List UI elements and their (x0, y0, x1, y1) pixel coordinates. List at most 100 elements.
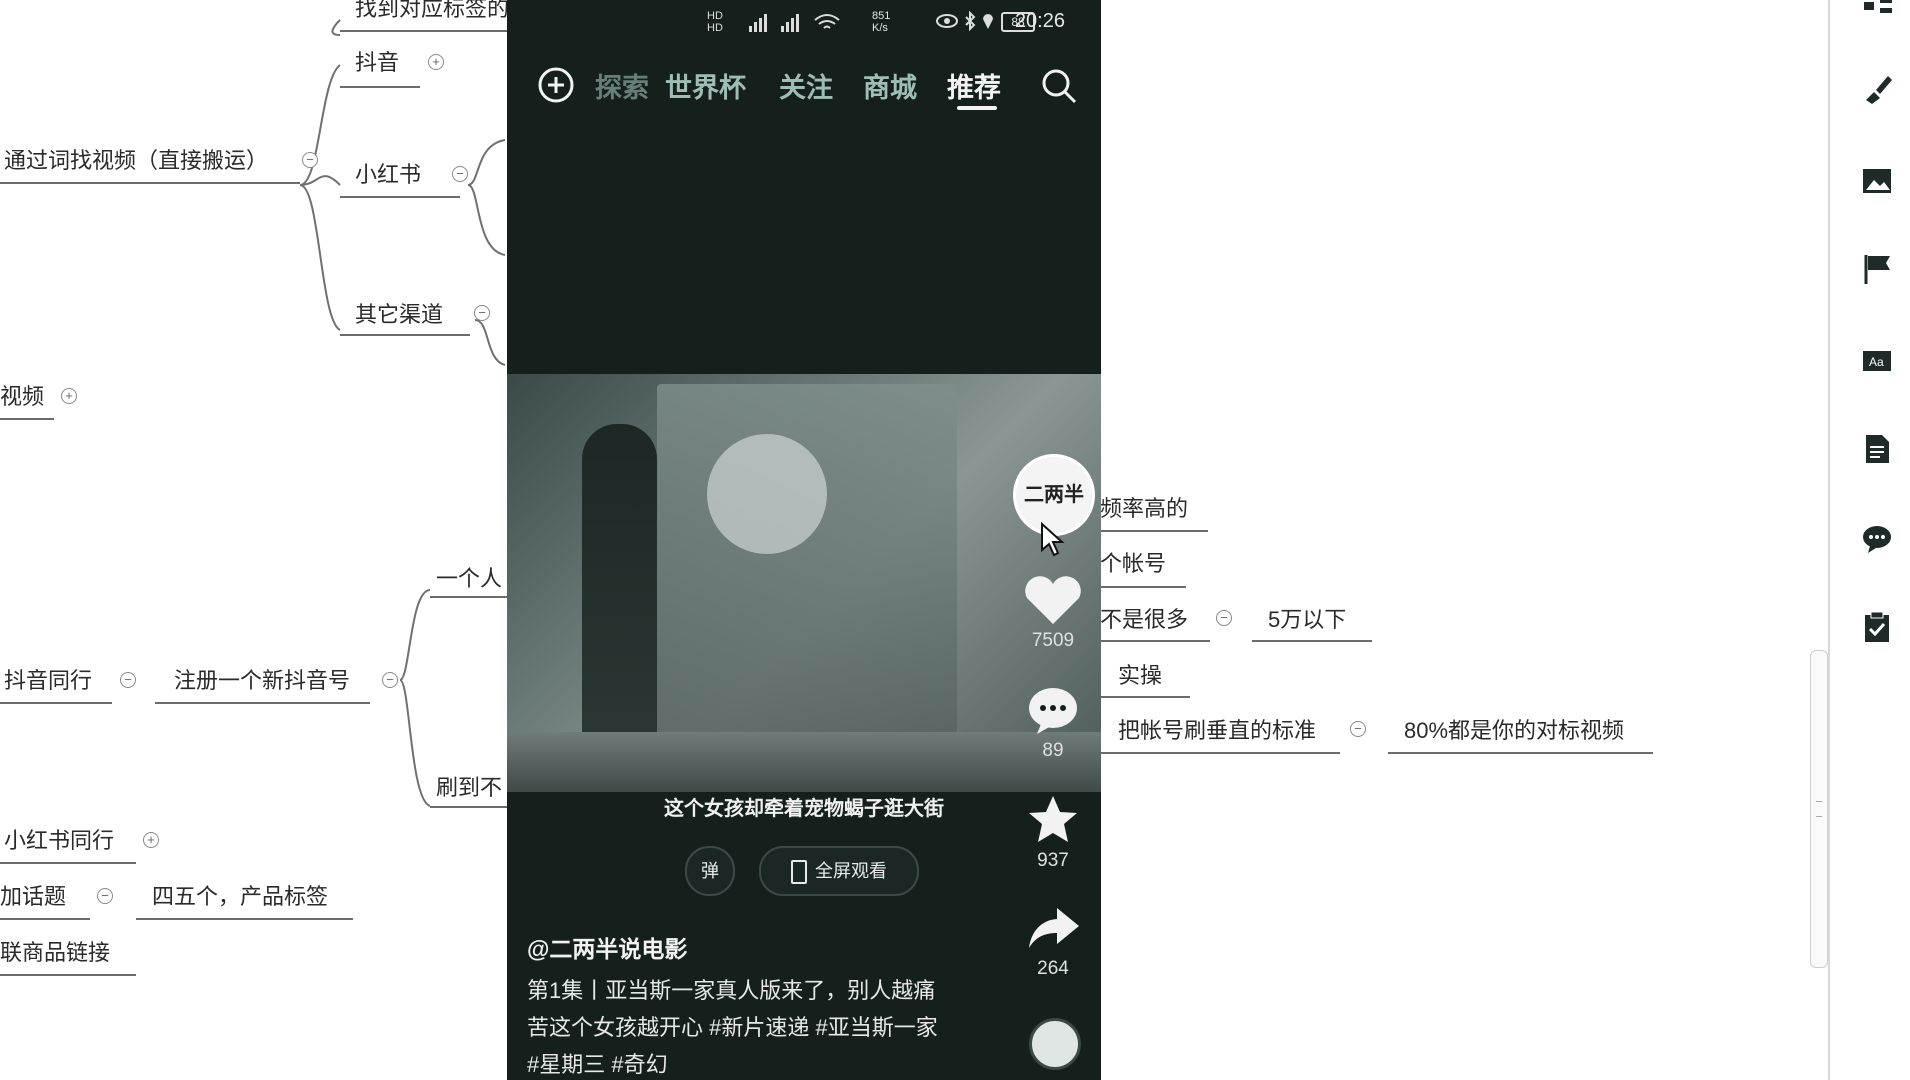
fullscreen-button[interactable]: 全屏观看 (759, 846, 919, 896)
video-scene-person (582, 424, 657, 744)
mindmap-node-one-person-partial[interactable]: 一个人 (436, 566, 502, 592)
right-toolbar: Aa (1828, 0, 1910, 1080)
text-style-icon[interactable]: Aa (1860, 344, 1894, 378)
author-name[interactable]: @二两半说电影 (527, 930, 687, 964)
node-underline (340, 30, 507, 32)
svg-text:Aa: Aa (1869, 355, 1884, 369)
collapse-toggle-icon[interactable]: − (302, 152, 318, 168)
mindmap-node-xiaohongshu[interactable]: 小红书 (355, 162, 421, 188)
tab-world-cup[interactable]: 世界杯 (665, 66, 746, 105)
mouse-cursor-icon (1041, 522, 1065, 557)
node-underline (430, 596, 507, 598)
expand-toggle-icon[interactable]: + (61, 388, 77, 404)
scrollbar-grip[interactable] (1816, 801, 1822, 817)
collapse-toggle-icon[interactable]: − (474, 305, 490, 321)
node-underline (340, 86, 420, 88)
flag-icon[interactable] (1860, 252, 1894, 286)
mindmap-node-other-channels[interactable]: 其它渠道 (355, 302, 443, 328)
status-bar: HD HD 851 K/s 88 20:26 (707, 8, 1091, 38)
node-underline (0, 418, 54, 420)
comment-count: 89 (1042, 740, 1064, 761)
mindmap-node-practice[interactable]: 实操 (1118, 663, 1162, 689)
structure-icon[interactable] (1860, 0, 1894, 28)
video-scene-sign (707, 434, 827, 554)
mindmap-node-link-goods[interactable]: 联商品链接 (0, 940, 110, 966)
mindmap-node-four-five[interactable]: 四五个，产品标签 (152, 884, 328, 910)
mindmap-node-add-topic[interactable]: 加话题 (0, 884, 66, 910)
expand-toggle-icon[interactable]: + (428, 54, 444, 70)
signal-icon (749, 14, 840, 32)
mindmap-node-vertical-standard[interactable]: 把帐号刷垂直的标准 (1118, 718, 1316, 744)
video-subtitle: 这个女孩却牵着宠物蝎子逛大街 (664, 798, 944, 820)
mindmap-node-top-partial[interactable]: 找到对应标签的 (355, 0, 509, 22)
node-underline (0, 974, 136, 976)
tab-explore[interactable]: 探索 (595, 66, 649, 105)
tab-mall[interactable]: 商城 (863, 66, 917, 105)
mindmap-node-find-by-word[interactable]: 通过词找视频（直接搬运） (4, 148, 268, 174)
mindmap-node-account-partial[interactable]: 个帐号 (1100, 551, 1166, 577)
comment-icon[interactable] (1013, 682, 1093, 738)
node-underline (155, 702, 370, 704)
mindmap-node-not-many[interactable]: 不是很多 (1100, 607, 1188, 633)
mindmap-node-eighty-percent[interactable]: 80%都是你的对标视频 (1404, 718, 1624, 744)
node-underline (0, 182, 300, 184)
node-underline (1100, 696, 1190, 698)
comment-icon[interactable] (1860, 522, 1894, 556)
node-underline (1388, 752, 1653, 754)
brush-icon[interactable] (1860, 72, 1894, 106)
node-underline (1100, 530, 1208, 532)
video-scene-storefront (657, 384, 957, 744)
node-underline (1252, 640, 1372, 642)
node-underline (340, 196, 460, 198)
phone-screen: HD HD 851 K/s 88 20:26 探索 世界杯 关注 商城 推荐 二… (507, 0, 1101, 1080)
video-description[interactable]: 第1集丨亚当斯一家真人版来了，别人越痛苦这个女孩越开心 #新片速递 #亚当斯一家… (527, 972, 947, 1080)
favorite-count: 937 (1037, 850, 1069, 871)
video-frame[interactable] (507, 374, 1101, 792)
task-icon[interactable] (1860, 610, 1894, 644)
danmu-button[interactable]: 弹 (685, 846, 735, 896)
like-count: 7509 (1031, 630, 1075, 651)
fullscreen-label: 全屏观看 (815, 861, 887, 881)
image-icon[interactable] (1860, 164, 1894, 198)
collapse-toggle-icon[interactable]: − (452, 166, 468, 182)
tab-recommend[interactable]: 推荐 (947, 66, 1001, 105)
share-icon[interactable] (1013, 900, 1093, 956)
collapse-toggle-icon[interactable]: − (120, 672, 136, 688)
active-tab-indicator (957, 106, 997, 110)
mindmap-node-xhs-peer[interactable]: 小红书同行 (4, 828, 114, 854)
note-icon[interactable] (1860, 432, 1894, 466)
mindmap-node-register-new[interactable]: 注册一个新抖音号 (174, 668, 350, 694)
music-disc-icon[interactable] (1029, 1018, 1081, 1070)
collapse-toggle-icon[interactable]: − (1350, 721, 1366, 737)
vertical-scrollbar[interactable] (1810, 650, 1828, 968)
net-speed: 851 K/s (872, 10, 891, 34)
mindmap-node-video-partial[interactable]: 视频 (0, 384, 44, 410)
top-nav: 探索 世界杯 关注 商城 推荐 (507, 58, 1101, 110)
node-underline (0, 918, 90, 920)
status-time: 20:26 (1014, 10, 1065, 32)
fullscreen-icon (791, 860, 807, 885)
like-icon[interactable] (1013, 572, 1093, 628)
collapse-toggle-icon[interactable]: − (97, 888, 113, 904)
node-underline (1100, 640, 1210, 642)
signal-indicators: HD HD (707, 10, 723, 34)
collapse-toggle-icon[interactable]: − (1216, 610, 1232, 626)
node-underline (136, 918, 353, 920)
mindmap-node-douyin[interactable]: 抖音 (355, 50, 399, 76)
node-underline (1100, 586, 1186, 588)
add-icon[interactable] (537, 66, 575, 104)
node-underline (0, 862, 136, 864)
tab-following[interactable]: 关注 (779, 66, 833, 105)
mindmap-node-brush-partial[interactable]: 刷到不 (436, 775, 502, 801)
eye-icon (936, 14, 958, 28)
search-icon[interactable] (1039, 66, 1079, 106)
mindmap-node-under-50k[interactable]: 5万以下 (1268, 607, 1346, 633)
video-scene-pavement (507, 732, 1101, 792)
expand-toggle-icon[interactable]: + (143, 832, 159, 848)
share-count: 264 (1037, 958, 1069, 979)
collapse-toggle-icon[interactable]: − (382, 672, 398, 688)
bluetooth-icon (965, 11, 976, 31)
node-underline (0, 702, 112, 704)
mindmap-node-high-freq[interactable]: 频率高的 (1100, 496, 1188, 522)
mindmap-node-douyin-peer[interactable]: 抖音同行 (4, 668, 92, 694)
